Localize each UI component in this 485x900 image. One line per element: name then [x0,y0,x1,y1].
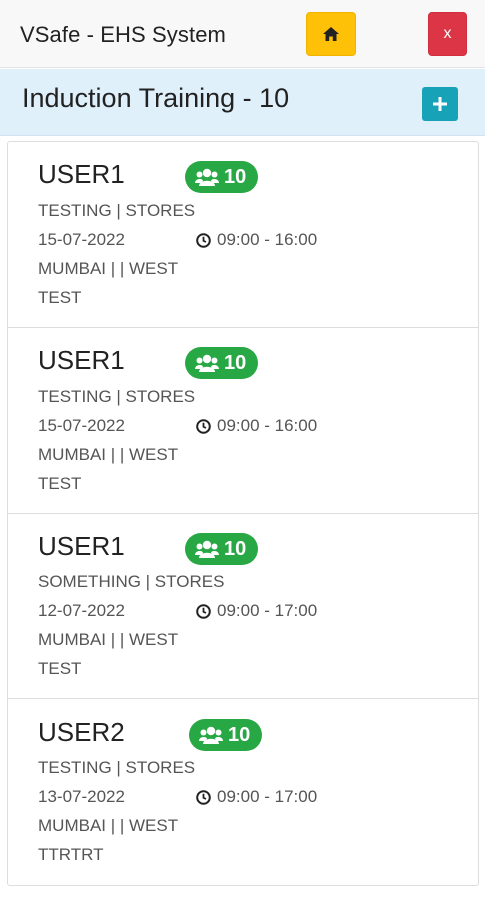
users-icon [195,540,219,558]
trainer-name: USER1 [38,345,125,375]
plus-icon [433,97,447,111]
home-button[interactable] [306,12,356,56]
training-date: 13-07-2022 [38,787,125,806]
users-icon [195,354,219,372]
participants-badge: 10 [185,161,259,193]
close-button[interactable]: x [428,12,467,56]
participants-badge: 10 [189,719,263,751]
training-note: TEST [38,659,82,678]
training-list: USER1 10 TESTING | STORES 15-07-2022 09:… [7,141,479,886]
home-icon [323,27,339,41]
trainer-name: USER1 [38,159,125,189]
time-range: 09:00 - 17:00 [217,787,318,806]
trainer-name: USER2 [38,717,125,747]
training-card[interactable]: USER1 10 TESTING | STORES 15-07-2022 09:… [8,328,478,514]
training-time: 09:00 - 16:00 [196,230,317,250]
department: TESTING | STORES [38,758,196,777]
training-date: 12-07-2022 [38,601,125,620]
training-card[interactable]: USER2 10 TESTING | STORES 13-07-2022 09:… [8,699,478,885]
top-navbar: VSafe - EHS System x [0,0,485,68]
trainer-name: USER1 [38,531,125,561]
training-note: TEST [38,288,82,307]
participants-badge: 10 [185,533,259,565]
training-note: TEST [38,474,82,493]
training-time: 09:00 - 17:00 [196,601,317,621]
add-training-button[interactable] [422,87,458,121]
training-card[interactable]: USER1 10 TESTING | STORES 15-07-2022 09:… [8,142,478,328]
clock-icon [196,232,211,248]
clock-icon [196,603,211,619]
users-icon [195,168,219,186]
app-title: VSafe - EHS System [20,22,226,47]
training-note: TTRTRT [38,845,104,864]
location: MUMBAI | | WEST [38,630,179,649]
page-header: Induction Training - 10 [0,69,485,136]
location: MUMBAI | | WEST [38,445,179,464]
clock-icon [196,789,211,805]
participants-badge: 10 [185,347,259,379]
participants-count: 10 [224,351,247,374]
clock-icon [196,418,211,434]
participants-count: 10 [224,165,247,188]
users-icon [199,726,223,744]
department: TESTING | STORES [38,387,196,406]
participants-count: 10 [224,537,247,560]
department: SOMETHING | STORES [38,572,225,591]
department: TESTING | STORES [38,201,196,220]
time-range: 09:00 - 17:00 [217,601,318,620]
training-time: 09:00 - 16:00 [196,416,317,436]
training-date: 15-07-2022 [38,416,125,435]
training-date: 15-07-2022 [38,230,125,249]
page-title: Induction Training - 10 [22,83,290,113]
training-card[interactable]: USER1 10 SOMETHING | STORES 12-07-2022 0… [8,514,478,699]
location: MUMBAI | | WEST [38,259,179,278]
participants-count: 10 [228,723,251,746]
time-range: 09:00 - 16:00 [217,230,318,249]
location: MUMBAI | | WEST [38,816,179,835]
training-time: 09:00 - 17:00 [196,787,317,807]
time-range: 09:00 - 16:00 [217,416,318,435]
